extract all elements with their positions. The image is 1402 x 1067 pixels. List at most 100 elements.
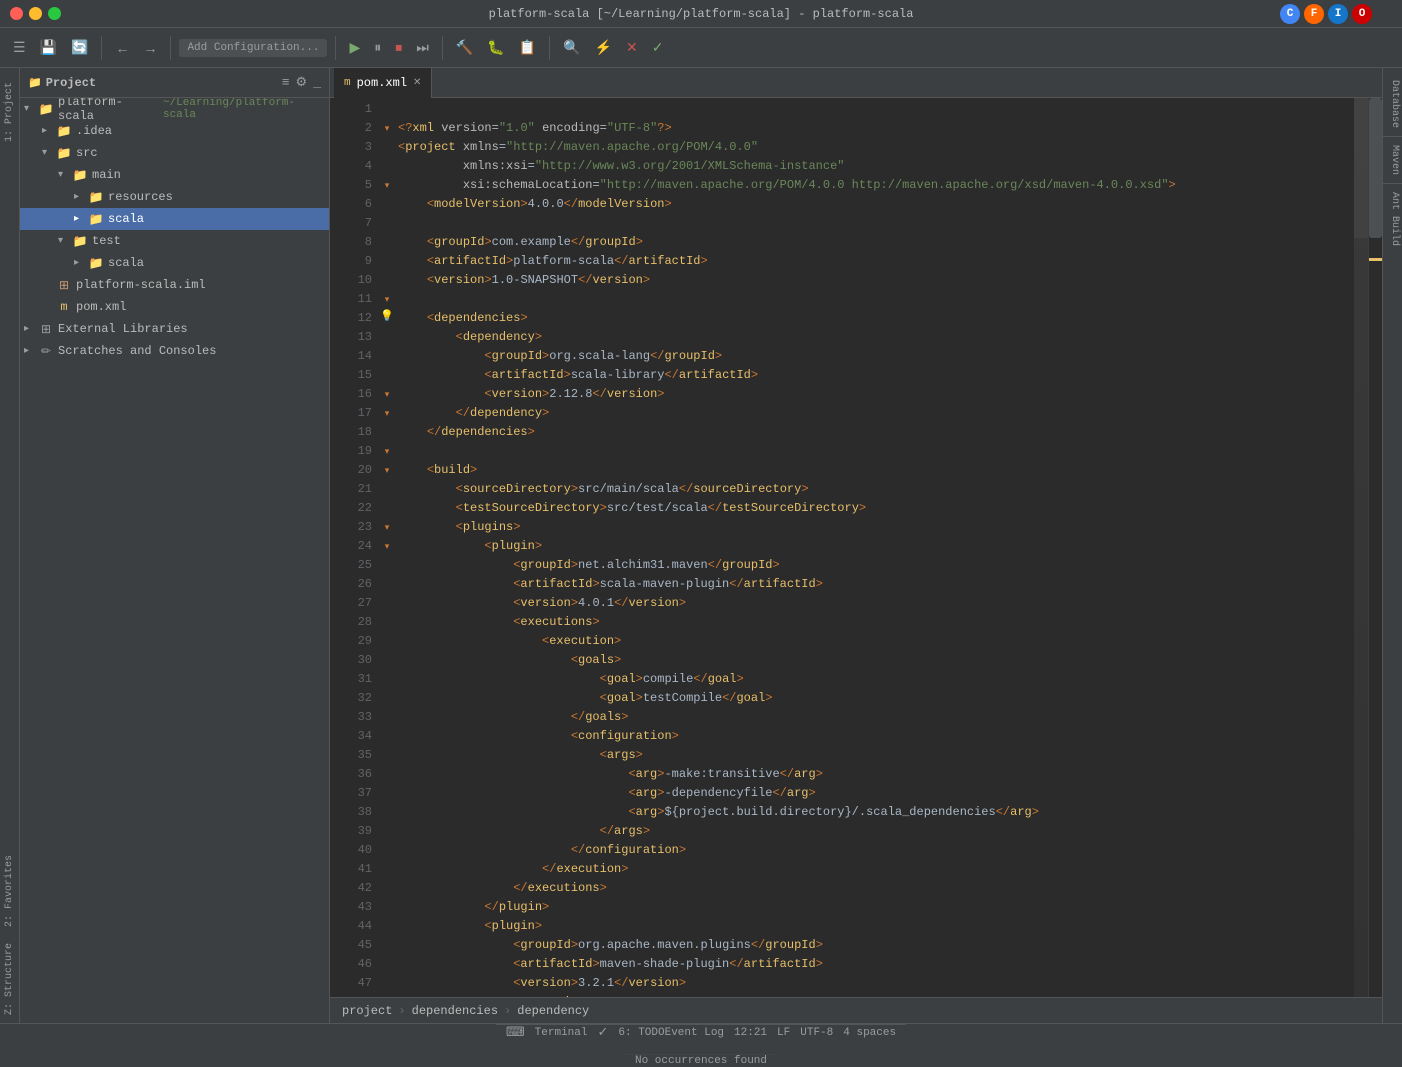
tree-item-main[interactable]: ▾ 📁 main: [20, 164, 329, 186]
tab-close-icon[interactable]: ✕: [413, 77, 421, 89]
tree-item-pom[interactable]: m pom.xml: [20, 296, 329, 318]
fold-marker[interactable]: ▾: [380, 518, 394, 537]
coverage-button[interactable]: ⏭: [411, 36, 434, 59]
folder-icon: 📁: [72, 167, 88, 183]
breadcrumb-separator: ›: [398, 1004, 405, 1018]
tree-item-src[interactable]: ▾ 📁 src: [20, 142, 329, 164]
fold-marker[interactable]: ▾: [380, 385, 394, 404]
tree-item-iml[interactable]: ⊞ platform-scala.iml: [20, 274, 329, 296]
pause-button[interactable]: ⏸: [369, 36, 386, 59]
debug-button[interactable]: 🐛: [482, 36, 509, 59]
statusbar-right: Event Log 12:21 LF UTF-8 4 spaces: [665, 1027, 896, 1039]
run-button[interactable]: ▶: [344, 36, 365, 59]
folder-icon: 📁: [38, 101, 54, 117]
maximize-button[interactable]: [48, 7, 61, 20]
search-button[interactable]: 🔍: [558, 36, 585, 59]
project-options-icon[interactable]: ≡: [282, 75, 290, 90]
tree-sublabel: ~/Learning/platform-scala: [163, 98, 325, 121]
terminal-icon[interactable]: ⌨: [506, 1025, 525, 1040]
breadcrumb-item-dependencies[interactable]: dependencies: [412, 1004, 498, 1018]
stop-button[interactable]: ⏹: [390, 36, 407, 59]
tree-item-idea[interactable]: ▸ 📁 .idea: [20, 120, 329, 142]
database-sidebar-icon[interactable]: Database: [1383, 72, 1402, 137]
tree-label: platform-scala.iml: [76, 278, 206, 292]
minimap-viewport[interactable]: [1354, 98, 1368, 238]
fold-marker[interactable]: ▾: [380, 290, 394, 309]
arrow-icon: ▾: [24, 103, 38, 115]
close-button2[interactable]: ✕: [621, 36, 643, 59]
code-content[interactable]: <?xml version="1.0" encoding="UTF-8"?> <…: [394, 98, 1354, 997]
fold-marker[interactable]: ▾: [380, 537, 394, 556]
code-area[interactable]: 12345 678910 1112131415 1617181920 21222…: [330, 98, 1382, 997]
add-configuration-button[interactable]: Add Configuration...: [179, 39, 327, 57]
folder-icon: 📁: [56, 145, 72, 161]
fold-marker: [380, 271, 394, 290]
fold-marker: [380, 328, 394, 347]
arrow-icon: ▸: [42, 125, 56, 137]
editor-tab-pom[interactable]: m pom.xml ✕: [334, 68, 432, 98]
library-icon: ⊞: [38, 321, 54, 337]
fold-marker: [380, 252, 394, 271]
tree-label: Scratches and Consoles: [58, 344, 216, 358]
fold-marker[interactable]: ▾: [380, 442, 394, 461]
structure-sidebar-icon[interactable]: Z: Structure: [2, 935, 17, 1023]
tree-item-external-libs[interactable]: ▸ ⊞ External Libraries: [20, 318, 329, 340]
forward-button[interactable]: →: [138, 37, 162, 59]
arrow-icon: ▸: [74, 213, 88, 225]
maven-sidebar-icon[interactable]: Maven: [1383, 137, 1402, 184]
fold-marker[interactable]: ▾: [380, 176, 394, 195]
fold-marker[interactable]: ▾: [380, 461, 394, 480]
close-button[interactable]: [10, 7, 23, 20]
fold-marker[interactable]: ▾: [380, 404, 394, 423]
toolbar-separator-2: [170, 36, 171, 60]
build-button[interactable]: 🔨: [451, 36, 478, 59]
profiler-button[interactable]: 📋: [514, 36, 541, 59]
folder-icon: 📁: [88, 211, 104, 227]
scrollbar-thumb[interactable]: [1369, 98, 1382, 238]
toolbar: ☰ 💾 🔄 ← → Add Configuration... ▶ ⏸ ⏹ ⏭ 🔨…: [0, 28, 1402, 68]
tree-label: .idea: [76, 124, 112, 138]
todo-button[interactable]: 6: TODO: [618, 1027, 664, 1039]
event-log-button[interactable]: Event Log: [665, 1027, 724, 1039]
settings-button[interactable]: ⚡: [590, 36, 617, 59]
tree-label: External Libraries: [58, 322, 188, 336]
arrow-icon: ▸: [24, 345, 38, 357]
tree-item-scala-main[interactable]: ▸ 📁 scala: [20, 208, 329, 230]
tree-label: resources: [108, 190, 173, 204]
tree-item-platform-scala[interactable]: ▾ 📁 platform-scala ~/Learning/platform-s…: [20, 98, 329, 120]
tree-item-scratches[interactable]: ▸ ✏ Scratches and Consoles: [20, 340, 329, 362]
minimize-button[interactable]: [29, 7, 42, 20]
todo-icon[interactable]: ✓: [597, 1025, 608, 1040]
breadcrumb-item-dependency[interactable]: dependency: [517, 1004, 589, 1018]
project-gear-icon[interactable]: ⚙: [296, 75, 308, 90]
fold-marker[interactable]: ▾: [380, 119, 394, 138]
charset-display[interactable]: UTF-8: [800, 1027, 833, 1039]
right-sidebar-icons: Database Maven Ant Build: [1382, 68, 1402, 1023]
tree-item-test[interactable]: ▾ 📁 test: [20, 230, 329, 252]
menu-button[interactable]: ☰: [8, 36, 31, 59]
ok-button[interactable]: ✓: [647, 36, 669, 59]
sync-button[interactable]: 🔄: [66, 36, 93, 59]
breadcrumb-item-project[interactable]: project: [342, 1004, 392, 1018]
left-sidebar-icons: 1: Project 2: Favorites Z: Structure: [0, 68, 20, 1023]
back-button[interactable]: ←: [110, 37, 134, 59]
tree-label: src: [76, 146, 98, 160]
project-minimize-icon[interactable]: _: [313, 75, 321, 90]
toolbar-separator-4: [442, 36, 443, 60]
favorites-sidebar-icon[interactable]: 2: Favorites: [2, 847, 17, 935]
tree-item-scala-test[interactable]: ▸ 📁 scala: [20, 252, 329, 274]
fold-marker[interactable]: 💡: [380, 309, 394, 328]
tree-item-resources[interactable]: ▸ 📁 resources: [20, 186, 329, 208]
fold-marker[interactable]: [380, 100, 394, 119]
toolbar-separator-1: [101, 36, 102, 60]
project-folder-icon: 📁: [28, 76, 42, 90]
editor-scrollbar[interactable]: [1368, 98, 1382, 997]
terminal-button[interactable]: Terminal: [535, 1027, 588, 1039]
indent-display[interactable]: 4 spaces: [843, 1027, 896, 1039]
save-button[interactable]: 💾: [35, 36, 62, 59]
ant-build-sidebar-icon[interactable]: Ant Build: [1383, 184, 1402, 254]
encoding-display[interactable]: LF: [777, 1027, 790, 1039]
project-panel: 📁 Project ≡ ⚙ _ ▾ 📁 platform-scala ~/Lea…: [20, 68, 330, 1023]
project-sidebar-icon[interactable]: 1: Project: [2, 74, 17, 150]
arrow-icon: ▸: [74, 257, 88, 269]
